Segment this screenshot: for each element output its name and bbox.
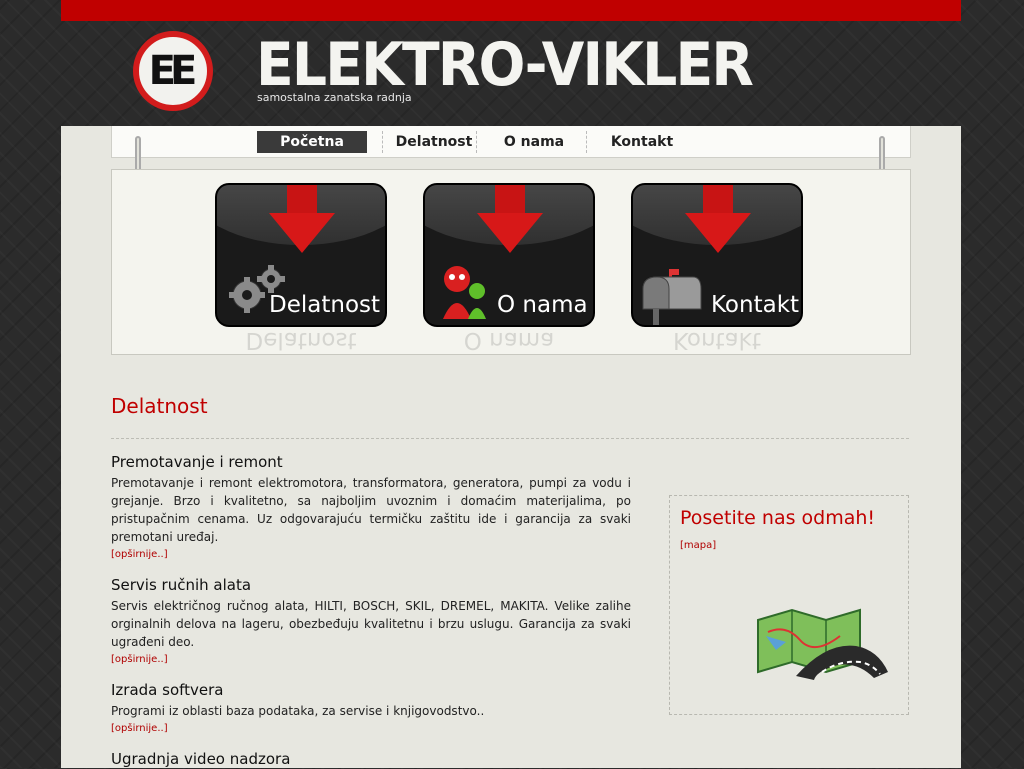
tile-o-nama[interactable]: O nama xyxy=(423,183,595,327)
service-title: Ugradnja video nadzora xyxy=(111,750,291,768)
nav-separator xyxy=(476,131,477,153)
tile-reflection: Delatnost xyxy=(245,329,357,353)
service-description: Premotavanje i remont elektromotora, tra… xyxy=(111,476,631,544)
visit-us-box: Posetite nas odmah! [mapa] xyxy=(669,495,909,715)
nav-item-o-nama[interactable]: O nama xyxy=(484,131,584,153)
visit-us-title: Posetite nas odmah! xyxy=(680,507,876,529)
tile-label: Kontakt xyxy=(711,292,800,318)
read-more-link[interactable]: [opširnije..] xyxy=(111,652,631,667)
site-brand-name[interactable]: ELEKTRO-VIKLER xyxy=(256,30,754,100)
top-red-bar xyxy=(61,0,961,21)
map-icon[interactable] xyxy=(756,606,890,682)
service-item: Premotavanje i remont Premotavanje i rem… xyxy=(111,453,631,562)
logo-monogram: EE xyxy=(148,48,198,94)
service-item: Servis ručnih alata Servis električnog r… xyxy=(111,576,631,667)
tile-kontakt[interactable]: Kontakt xyxy=(631,183,803,327)
people-icon xyxy=(443,266,486,319)
mailbox-icon xyxy=(642,269,702,325)
read-more-link[interactable]: [opširnije..] xyxy=(111,547,631,562)
arrow-down-icon xyxy=(287,185,317,215)
page-container: Početna Delatnost O nama Kontakt Delatno… xyxy=(61,126,961,768)
service-item: Izrada softvera Programi iz oblasti baza… xyxy=(111,681,631,736)
arrow-down-icon xyxy=(477,213,543,253)
service-title: Izrada softvera xyxy=(111,681,224,699)
section-title: Delatnost xyxy=(111,394,208,418)
service-title: Servis ručnih alata xyxy=(111,576,252,594)
map-link[interactable]: [mapa] xyxy=(680,540,716,551)
section-divider xyxy=(111,438,909,439)
nav-item-pocetna[interactable]: Početna xyxy=(257,131,367,153)
service-title: Premotavanje i remont xyxy=(111,453,283,471)
nav-item-kontakt[interactable]: Kontakt xyxy=(592,131,692,153)
tile-label: O nama xyxy=(497,292,588,318)
feature-banner: Delatnost Delatnost O nama O nama Kontak… xyxy=(111,169,911,355)
service-description: Servis električnog ručnog alata, HILTI, … xyxy=(111,599,631,649)
read-more-link[interactable]: [opširnije..] xyxy=(111,721,631,736)
tile-label: Delatnost xyxy=(269,292,381,318)
main-navigation: Početna Delatnost O nama Kontakt xyxy=(111,126,911,158)
nav-separator xyxy=(382,131,383,153)
arrow-down-icon xyxy=(495,185,525,215)
tile-reflection: Kontakt xyxy=(672,329,762,353)
nav-item-delatnost[interactable]: Delatnost xyxy=(384,131,484,153)
service-description: Programi iz oblasti baza podataka, za se… xyxy=(111,704,485,718)
arrow-down-icon xyxy=(685,213,751,253)
nav-separator xyxy=(586,131,587,153)
service-item: Ugradnja video nadzora xyxy=(111,750,631,769)
site-tagline: samostalna zanatska radnja xyxy=(257,91,412,104)
logo-emblem[interactable]: EE xyxy=(133,31,213,111)
tile-delatnost[interactable]: Delatnost xyxy=(215,183,387,327)
tile-reflection: O nama xyxy=(463,329,555,353)
arrow-down-icon xyxy=(703,185,733,215)
arrow-down-icon xyxy=(269,213,335,253)
